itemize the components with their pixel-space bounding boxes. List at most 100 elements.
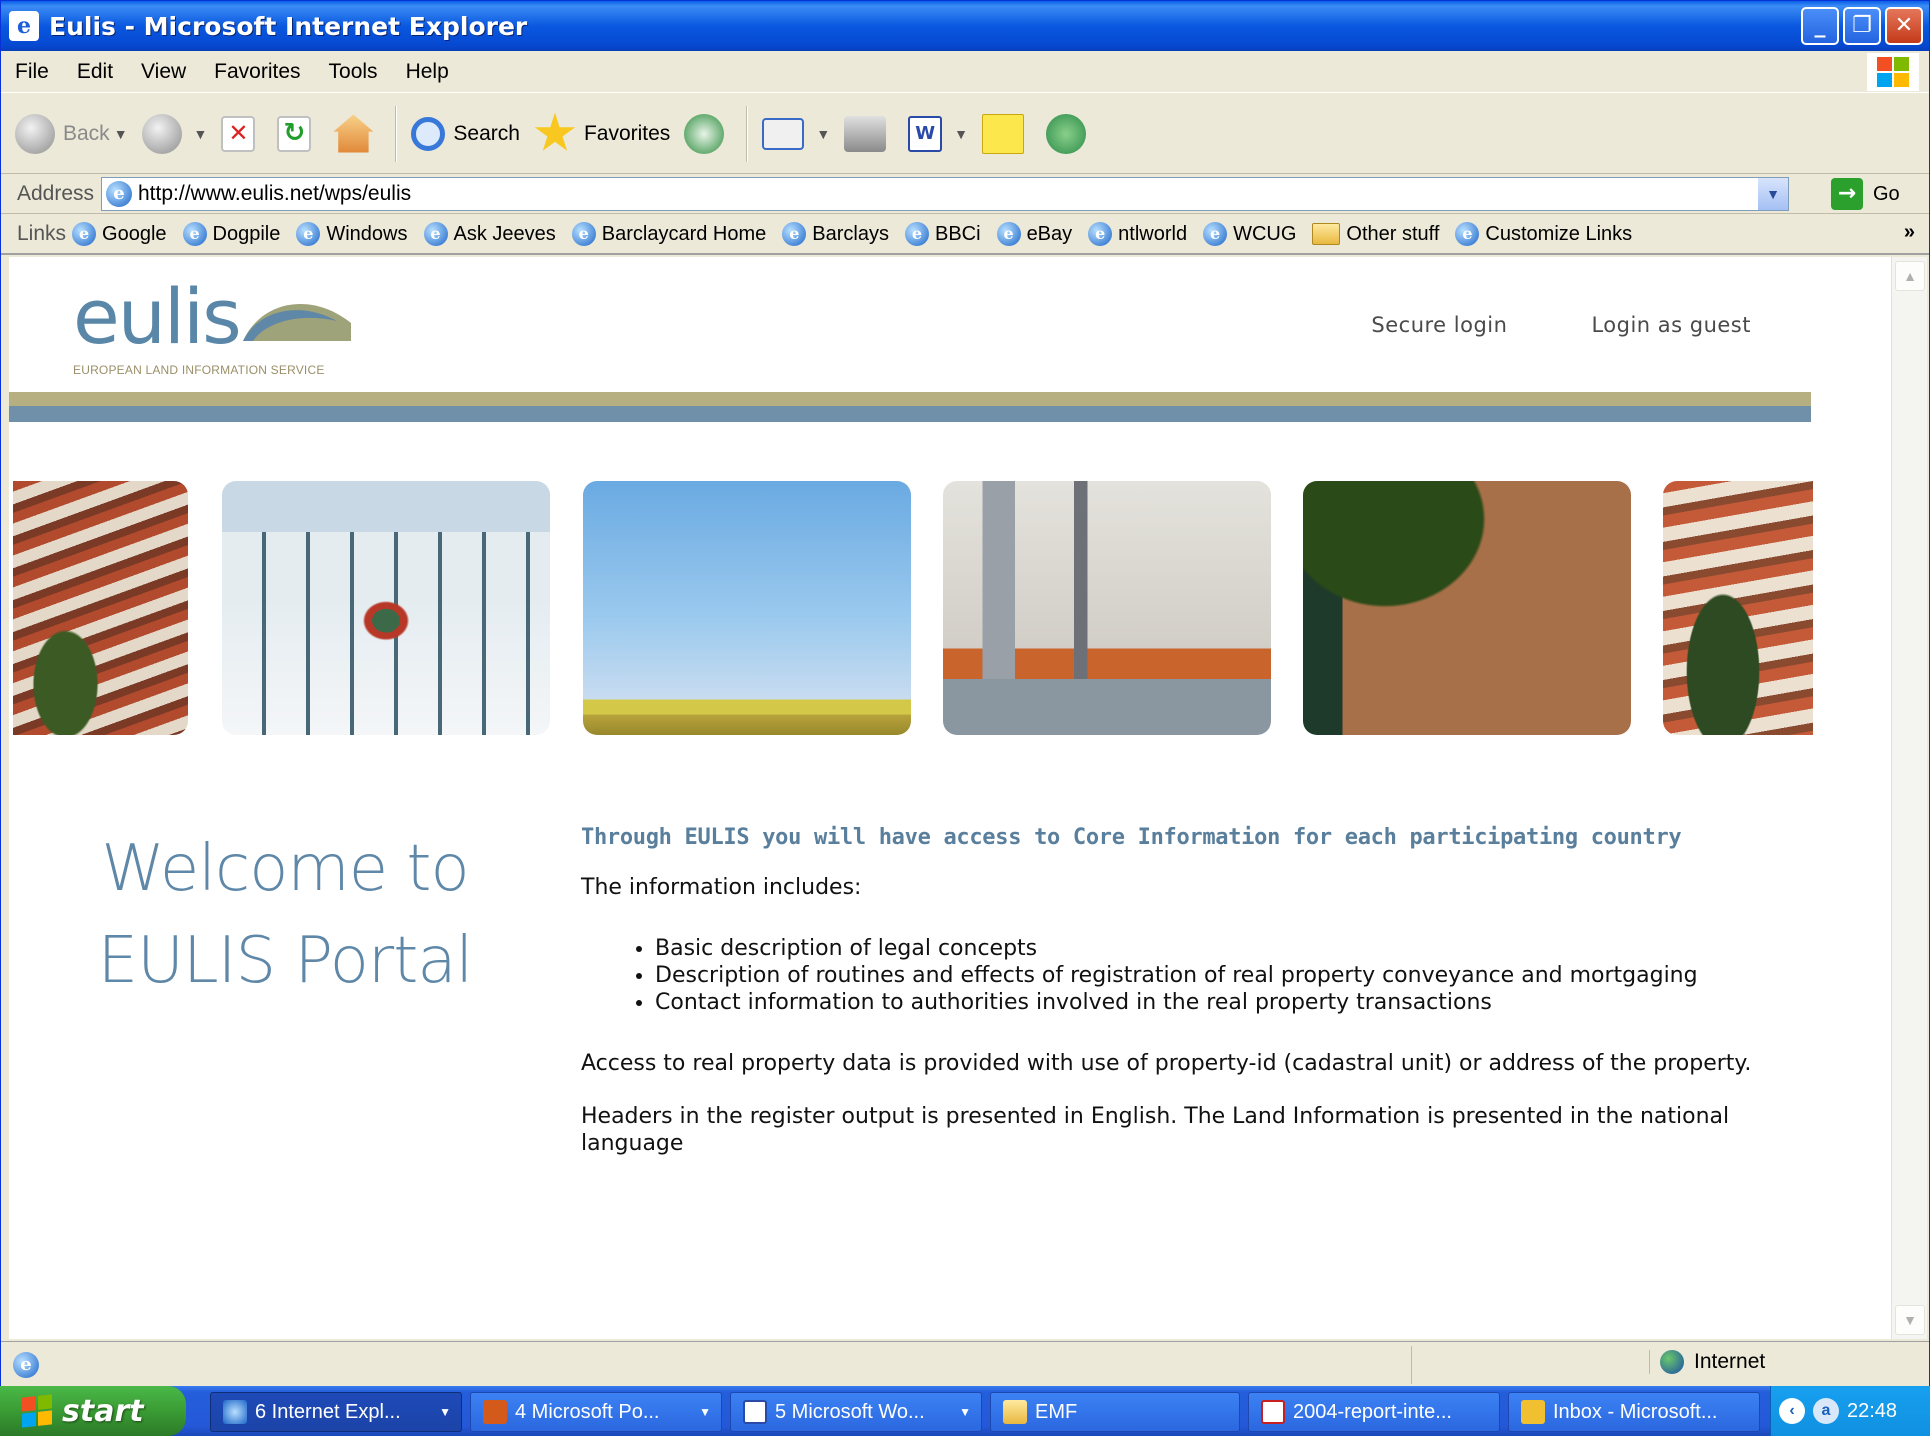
welcome-heading: Welcome to EULIS Portal xyxy=(75,823,495,1007)
link-label: WCUG xyxy=(1233,222,1297,245)
link-ntlworld[interactable]: e ntlworld xyxy=(1088,222,1187,246)
ie-window: e Eulis - Microsoft Internet Explorer _ … xyxy=(0,0,1930,1387)
task-label: EMF xyxy=(1035,1400,1078,1423)
menu-help[interactable]: Help xyxy=(392,60,463,84)
media-icon xyxy=(684,113,725,154)
mail-dropdown-icon[interactable]: ▼ xyxy=(816,126,830,142)
task-label: Inbox - Microsoft... xyxy=(1553,1400,1718,1423)
status-page-icon: e xyxy=(13,1352,39,1378)
back-button[interactable]: Back ▼ xyxy=(15,113,128,154)
task-powerpoint[interactable]: 4 Microsoft Po... ▼ xyxy=(470,1392,722,1432)
link-wcug[interactable]: e WCUG xyxy=(1203,222,1296,246)
home-icon xyxy=(333,114,374,153)
edit-word-button[interactable]: W ▼ xyxy=(908,115,968,152)
link-ebay[interactable]: e eBay xyxy=(996,222,1072,246)
tray-app-icon[interactable]: a xyxy=(1813,1398,1839,1424)
links-more-chevron-icon[interactable]: » xyxy=(1904,221,1915,244)
link-barclaycard-home[interactable]: e Barclaycard Home xyxy=(571,222,767,246)
photo-strip xyxy=(9,481,1813,735)
forward-arrow-icon xyxy=(141,113,182,154)
link-label: ntlworld xyxy=(1118,222,1188,245)
ie-link-icon: e xyxy=(996,222,1021,246)
title-bar[interactable]: e Eulis - Microsoft Internet Explorer _ … xyxy=(1,1,1929,51)
link-google[interactable]: e Google xyxy=(72,222,167,246)
eulis-logo[interactable]: eulis EUROPEAN LAND INFORMATION SERVICE xyxy=(73,277,351,377)
task-outlook-inbox[interactable]: Inbox - Microsoft... xyxy=(1508,1392,1760,1432)
task-internet-explorer[interactable]: 6 Internet Expl... ▼ xyxy=(210,1392,462,1432)
home-button[interactable] xyxy=(333,114,381,153)
link-label: Other stuff xyxy=(1346,222,1440,245)
stop-button[interactable]: ✕ xyxy=(221,115,263,152)
favorites-button[interactable]: Favorites xyxy=(534,112,670,155)
logo-swoosh-icon xyxy=(243,303,351,341)
info-intro: The information includes: xyxy=(581,875,862,900)
ie-link-icon: e xyxy=(782,222,807,246)
taskbar: start 6 Internet Expl... ▼ 4 Microsoft Po… xyxy=(0,1386,1930,1436)
minimize-button[interactable]: _ xyxy=(1801,7,1839,45)
outlook-icon xyxy=(1521,1400,1545,1424)
vertical-scrollbar[interactable]: ▲ ▼ xyxy=(1891,257,1927,1339)
link-windows[interactable]: e Windows xyxy=(296,222,408,246)
link-label: Barclays xyxy=(812,222,889,245)
close-button[interactable]: ✕ xyxy=(1885,7,1923,45)
link-label: Barclaycard Home xyxy=(601,222,767,245)
link-label: Google xyxy=(102,222,167,245)
search-label: Search xyxy=(453,121,520,145)
status-panes xyxy=(1411,1346,1641,1384)
task-label: 2004-report-inte... xyxy=(1293,1400,1452,1423)
link-customize-links[interactable]: e Customize Links xyxy=(1455,222,1632,246)
print-button[interactable] xyxy=(844,115,894,152)
search-button[interactable]: Search xyxy=(411,116,520,151)
task-pdf-report[interactable]: 2004-report-inte... xyxy=(1248,1392,1500,1432)
security-zone: Internet xyxy=(1649,1350,1765,1374)
task-word[interactable]: 5 Microsoft Wo... ▼ xyxy=(730,1392,982,1432)
address-dropdown-icon[interactable]: ▼ xyxy=(1758,178,1788,210)
menu-tools[interactable]: Tools xyxy=(315,60,392,84)
forward-dropdown-icon[interactable]: ▼ xyxy=(194,126,208,142)
secure-login-link[interactable]: Secure login xyxy=(1371,313,1507,337)
note-icon xyxy=(982,113,1025,154)
windows-flag-icon xyxy=(22,1394,52,1428)
scroll-down-icon[interactable]: ▼ xyxy=(1895,1305,1925,1335)
zone-label: Internet xyxy=(1694,1350,1766,1373)
link-dogpile[interactable]: e Dogpile xyxy=(182,222,280,246)
media-button[interactable] xyxy=(684,113,732,154)
link-ask-jeeves[interactable]: e Ask Jeeves xyxy=(423,222,556,246)
task-emf-folder[interactable]: EMF xyxy=(990,1392,1240,1432)
welcome-line-1: Welcome to xyxy=(101,832,469,906)
menu-edit[interactable]: Edit xyxy=(63,60,127,84)
menu-view[interactable]: View xyxy=(127,60,200,84)
print-icon xyxy=(844,115,887,152)
address-input[interactable]: e http://www.eulis.net/wps/eulis ▼ xyxy=(101,177,1789,211)
note-button[interactable] xyxy=(982,113,1032,154)
mail-button[interactable]: ▼ xyxy=(762,117,830,150)
system-tray: ‹ a 22:48 xyxy=(1770,1386,1930,1436)
ie-link-icon: e xyxy=(182,222,207,246)
back-dropdown-icon[interactable]: ▼ xyxy=(114,126,128,142)
start-button[interactable]: start xyxy=(0,1386,186,1436)
ie-link-icon: e xyxy=(1455,222,1480,246)
maximize-button[interactable]: ❐ xyxy=(1843,7,1881,45)
links-label: Links xyxy=(17,222,67,245)
messenger-button[interactable] xyxy=(1046,113,1094,154)
info-heading: Through EULIS you will have access to Co… xyxy=(581,825,1682,850)
photo-town-rooftops-right xyxy=(1663,481,1813,735)
mail-icon xyxy=(762,117,805,150)
tray-expand-icon[interactable]: ‹ xyxy=(1779,1398,1805,1424)
scroll-up-icon[interactable]: ▲ xyxy=(1895,261,1925,291)
go-button[interactable]: → Go xyxy=(1831,178,1900,210)
photo-town-rooftops xyxy=(13,481,188,735)
link-other-stuff[interactable]: Other stuff xyxy=(1312,223,1439,246)
go-label: Go xyxy=(1873,182,1900,205)
edit-dropdown-icon[interactable]: ▼ xyxy=(954,126,968,142)
link-barclays[interactable]: e Barclays xyxy=(782,222,889,246)
start-label: start xyxy=(62,1393,144,1429)
guest-login-link[interactable]: Login as guest xyxy=(1591,313,1751,337)
refresh-button[interactable]: ↻ xyxy=(277,115,319,152)
menu-favorites[interactable]: Favorites xyxy=(200,60,314,84)
address-url[interactable]: http://www.eulis.net/wps/eulis xyxy=(138,182,411,206)
back-arrow-icon xyxy=(15,113,55,154)
menu-file[interactable]: File xyxy=(1,60,63,84)
link-bbci[interactable]: e BBCi xyxy=(904,222,981,246)
forward-button[interactable]: ▼ xyxy=(141,113,208,154)
